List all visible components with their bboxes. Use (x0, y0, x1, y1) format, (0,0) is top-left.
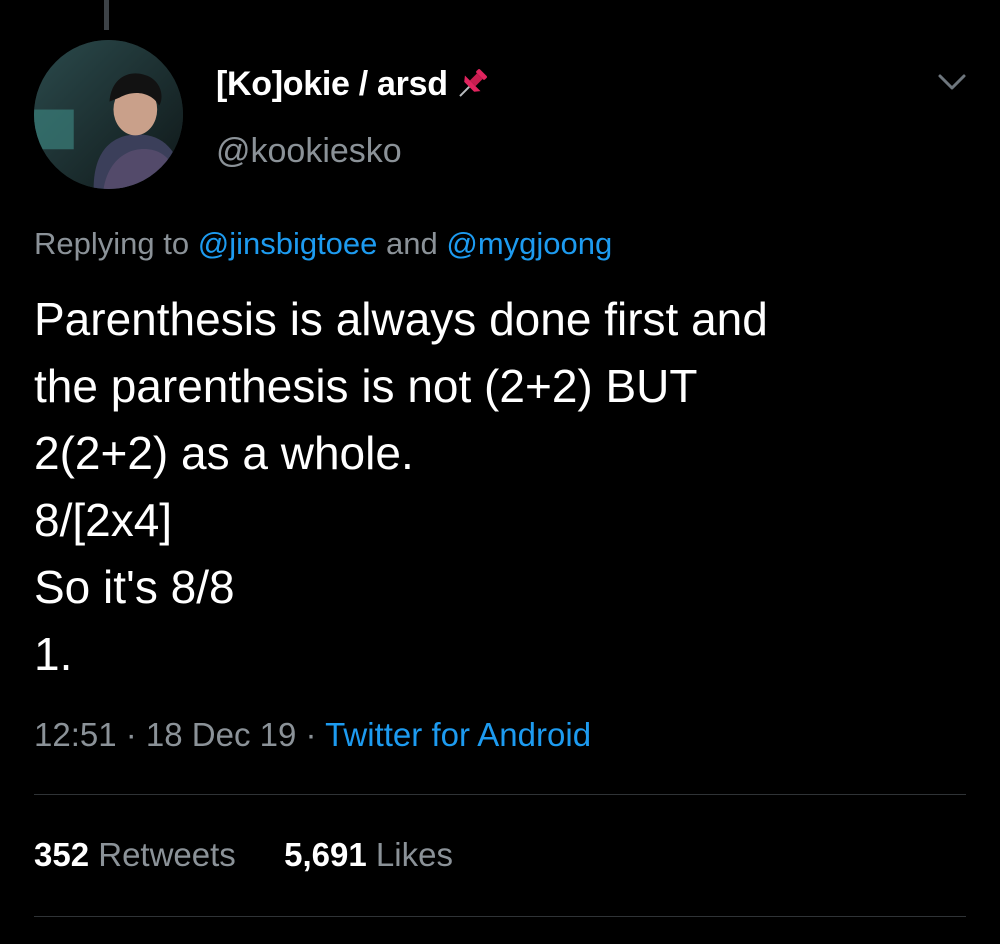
engagement-stats: 352 Retweets 5,691 Likes (34, 836, 453, 874)
tweet-metadata: 12:51 · 18 Dec 19 · Twitter for Android (34, 716, 591, 754)
display-name[interactable]: [Ko]okie / arsd (216, 64, 492, 104)
avatar-image (34, 40, 183, 189)
handle[interactable]: @kookiesko (216, 132, 402, 171)
retweets-label: Retweets (98, 836, 236, 873)
divider (34, 916, 966, 917)
display-name-text: [Ko]okie / arsd (216, 64, 448, 103)
divider (34, 794, 966, 795)
tweet-line: Parenthesis is always done first and (34, 293, 768, 345)
pushpin-icon (452, 64, 492, 104)
chevron-down-icon[interactable] (932, 64, 972, 100)
likes-count: 5,691 (284, 836, 367, 873)
tweet-line: 2(2+2) as a whole. (34, 427, 414, 479)
likes-stat[interactable]: 5,691 Likes (284, 836, 453, 873)
retweets-count: 352 (34, 836, 90, 873)
retweets-stat[interactable]: 352 Retweets (34, 836, 236, 873)
tweet-time[interactable]: 12:51 (34, 716, 117, 753)
mention-mygjoong[interactable]: @mygjoong (446, 226, 612, 261)
replying-prefix: Replying to (34, 226, 198, 261)
tweet-source[interactable]: Twitter for Android (325, 716, 591, 753)
tweet-date[interactable]: 18 Dec 19 (146, 716, 296, 753)
tweet-line: the parenthesis is not (2+2) BUT (34, 360, 698, 412)
mention-jinsbigtoee[interactable]: @jinsbigtoee (198, 226, 378, 261)
thread-connector-line (104, 0, 109, 30)
tweet-text: Parenthesis is always done first and the… (34, 286, 974, 688)
tweet-line: 8/[2x4] (34, 494, 173, 546)
meta-separator: · (116, 716, 146, 753)
replying-to: Replying to @jinsbigtoee and @mygjoong (34, 226, 612, 262)
avatar[interactable] (34, 40, 183, 189)
tweet-line: 1. (34, 628, 73, 680)
tweet-line: So it's 8/8 (34, 561, 235, 613)
replying-joiner: and (377, 226, 447, 261)
likes-label: Likes (375, 836, 453, 873)
meta-separator: · (296, 716, 326, 753)
